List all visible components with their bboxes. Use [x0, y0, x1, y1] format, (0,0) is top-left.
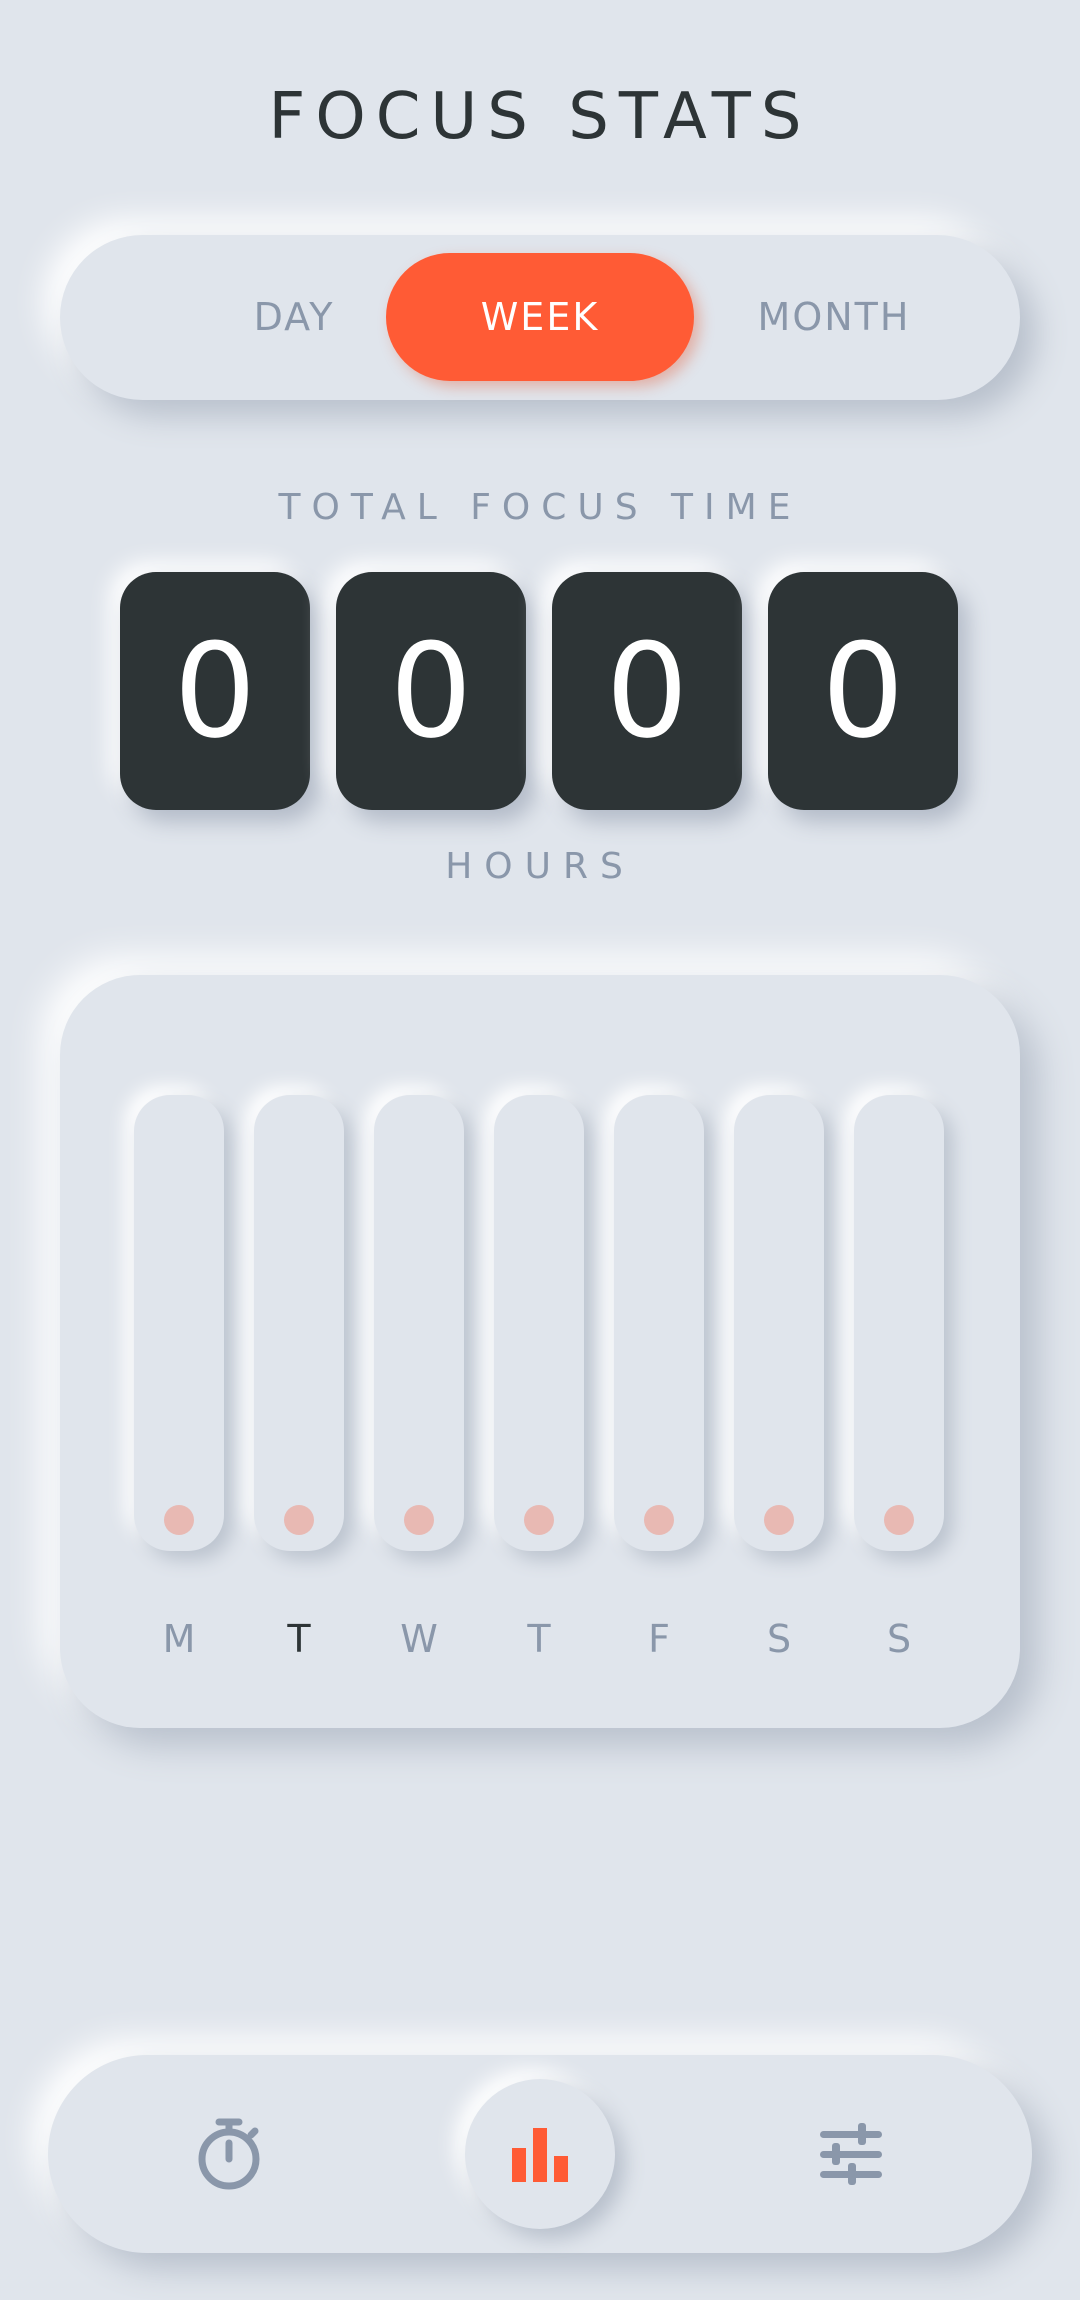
sliders-icon	[820, 2123, 882, 2185]
bar-track	[374, 1095, 464, 1551]
bar-dot	[764, 1505, 794, 1535]
nav-stats[interactable]	[465, 2079, 615, 2229]
timer-icon	[198, 2118, 260, 2190]
bar-dot	[644, 1505, 674, 1535]
weekly-chart-card: MTWTFSS	[60, 975, 1020, 1728]
bar-dot	[524, 1505, 554, 1535]
counter-digit: 0	[552, 572, 742, 810]
counter-digit: 0	[336, 572, 526, 810]
bar-track	[494, 1095, 584, 1551]
bar-chart-icon	[512, 2128, 568, 2182]
counter-digit: 0	[768, 572, 958, 810]
day-label: T	[527, 1617, 551, 1661]
bar-dot	[284, 1505, 314, 1535]
day-label: W	[400, 1617, 438, 1661]
bar-track	[254, 1095, 344, 1551]
bar-track	[734, 1095, 824, 1551]
bar-dot	[164, 1505, 194, 1535]
bottom-nav	[48, 2055, 1032, 2253]
nav-settings[interactable]	[776, 2079, 926, 2229]
day-label: T	[287, 1617, 311, 1661]
nav-timer[interactable]	[154, 2079, 304, 2229]
bar-track	[134, 1095, 224, 1551]
bar-track	[854, 1095, 944, 1551]
period-selector: DAY WEEK MONTH	[60, 235, 1020, 400]
bar-track	[614, 1095, 704, 1551]
bar-dot	[404, 1505, 434, 1535]
day-label: M	[162, 1617, 196, 1661]
day-label: F	[648, 1617, 670, 1661]
total-focus-time-label: TOTAL FOCUS TIME	[278, 487, 802, 528]
bar-dot	[884, 1505, 914, 1535]
counter-digit: 0	[120, 572, 310, 810]
day-label: S	[766, 1617, 792, 1661]
focus-time-counter: 0 0 0 0	[120, 572, 960, 810]
tab-month[interactable]: MONTH	[680, 253, 988, 381]
page-title: FOCUS STATS	[268, 80, 812, 154]
hours-unit-label: HOURS	[445, 846, 635, 887]
tab-week[interactable]: WEEK	[386, 253, 694, 381]
day-label: S	[886, 1617, 912, 1661]
